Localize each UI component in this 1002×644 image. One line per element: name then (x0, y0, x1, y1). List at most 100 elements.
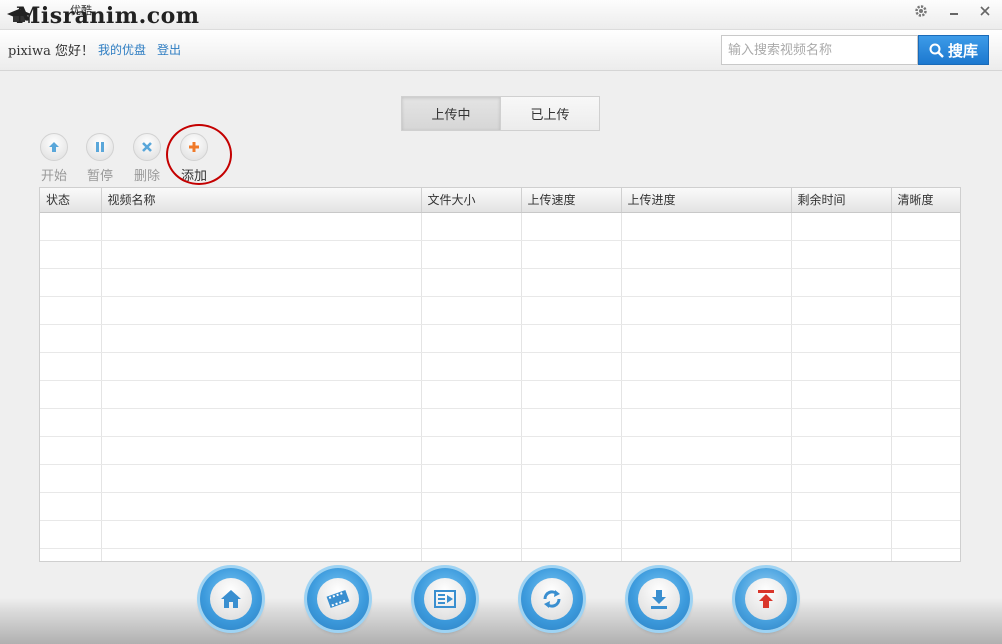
table-cell (621, 268, 792, 297)
table-cell (791, 352, 892, 381)
table-cell (101, 408, 422, 437)
settings-gear-icon[interactable] (907, 0, 935, 22)
table-cell (621, 464, 792, 493)
table-cell (101, 548, 422, 561)
start-button[interactable]: 开始 (37, 133, 71, 184)
highlight-annotation-circle (166, 124, 232, 185)
table-cell (101, 324, 422, 353)
search-button-label: 搜库 (947, 41, 978, 60)
table-row (40, 296, 960, 325)
table-cell (101, 268, 422, 297)
table-cell (40, 380, 102, 409)
table-cell (791, 520, 892, 549)
table-cell (791, 436, 892, 465)
delete-x-icon (133, 133, 161, 161)
minimize-icon[interactable] (940, 0, 968, 22)
upload-button[interactable] (735, 568, 797, 630)
upload-icon (745, 578, 787, 620)
table-cell (101, 520, 422, 549)
table-cell (101, 296, 422, 325)
table-cell (891, 352, 960, 381)
user-bar: pixiwa 您好！ 我的优盘 登出 搜库 (0, 30, 1002, 71)
column-header-upload-progress[interactable]: 上传进度 (621, 188, 792, 213)
table-cell (421, 548, 522, 561)
tab-uploading[interactable]: 上传中 (402, 97, 500, 130)
table-cell (521, 548, 622, 561)
table-cell (621, 324, 792, 353)
table-cell (421, 324, 522, 353)
pause-label: 暂停 (86, 169, 113, 184)
table-cell (101, 352, 422, 381)
table-row (40, 408, 960, 437)
table-cell (421, 492, 522, 521)
table-cell (101, 492, 422, 521)
table-cell (40, 520, 102, 549)
sync-button[interactable] (521, 568, 583, 630)
download-button[interactable] (628, 568, 690, 630)
table-row (40, 352, 960, 381)
table-row (40, 548, 960, 561)
search-input[interactable] (721, 35, 918, 65)
table-cell (791, 464, 892, 493)
table-cell (101, 464, 422, 493)
upload-list-table: 状态 视频名称 文件大小 上传速度 上传进度 剩余时间 清晰度 (39, 187, 961, 562)
table-cell (421, 436, 522, 465)
delete-button[interactable]: 删除 (130, 133, 164, 184)
title-bar: 优酷 Misranim.com (0, 0, 1002, 30)
table-cell (891, 408, 960, 437)
table-cell (621, 240, 792, 269)
table-cell (621, 212, 792, 241)
table-cell (421, 464, 522, 493)
column-header-time-remaining[interactable]: 剩余时间 (791, 188, 892, 213)
table-cell (791, 548, 892, 561)
home-button[interactable] (200, 568, 262, 630)
table-cell (40, 212, 102, 241)
table-cell (521, 268, 622, 297)
start-label: 开始 (40, 169, 67, 184)
videos-button[interactable] (307, 568, 369, 630)
table-cell (521, 408, 622, 437)
table-row (40, 324, 960, 353)
search-icon (929, 43, 944, 58)
table-cell (521, 436, 622, 465)
column-header-quality[interactable]: 清晰度 (891, 188, 960, 213)
table-body (40, 212, 960, 561)
table-row (40, 380, 960, 409)
my-disk-link[interactable]: 我的优盘 (98, 41, 146, 58)
column-header-status[interactable]: 状态 (40, 188, 102, 213)
table-cell (891, 212, 960, 241)
table-cell (40, 464, 102, 493)
logout-link[interactable]: 登出 (157, 41, 181, 58)
table-cell (101, 436, 422, 465)
upload-tabs: 上传中 已上传 (401, 96, 600, 131)
table-row (40, 520, 960, 549)
column-header-file-size[interactable]: 文件大小 (421, 188, 522, 213)
table-cell (791, 268, 892, 297)
playlist-button[interactable] (414, 568, 476, 630)
table-cell (421, 212, 522, 241)
table-cell (891, 380, 960, 409)
column-header-video-name[interactable]: 视频名称 (101, 188, 422, 213)
table-cell (521, 240, 622, 269)
table-cell (791, 324, 892, 353)
table-cell (521, 296, 622, 325)
table-cell (791, 212, 892, 241)
table-cell (421, 240, 522, 269)
table-cell (621, 492, 792, 521)
column-header-upload-speed[interactable]: 上传速度 (521, 188, 622, 213)
tab-uploaded[interactable]: 已上传 (500, 97, 599, 130)
table-row (40, 436, 960, 465)
pause-button[interactable]: 暂停 (83, 133, 117, 184)
close-icon[interactable] (971, 0, 999, 22)
bottom-dock (0, 614, 1002, 644)
table-row (40, 492, 960, 521)
table-cell (521, 520, 622, 549)
table-cell (421, 380, 522, 409)
delete-label: 删除 (133, 169, 160, 184)
table-cell (621, 520, 792, 549)
table-cell (891, 520, 960, 549)
table-cell (101, 212, 422, 241)
search-button[interactable]: 搜库 (918, 35, 989, 65)
table-row (40, 268, 960, 297)
table-cell (891, 240, 960, 269)
